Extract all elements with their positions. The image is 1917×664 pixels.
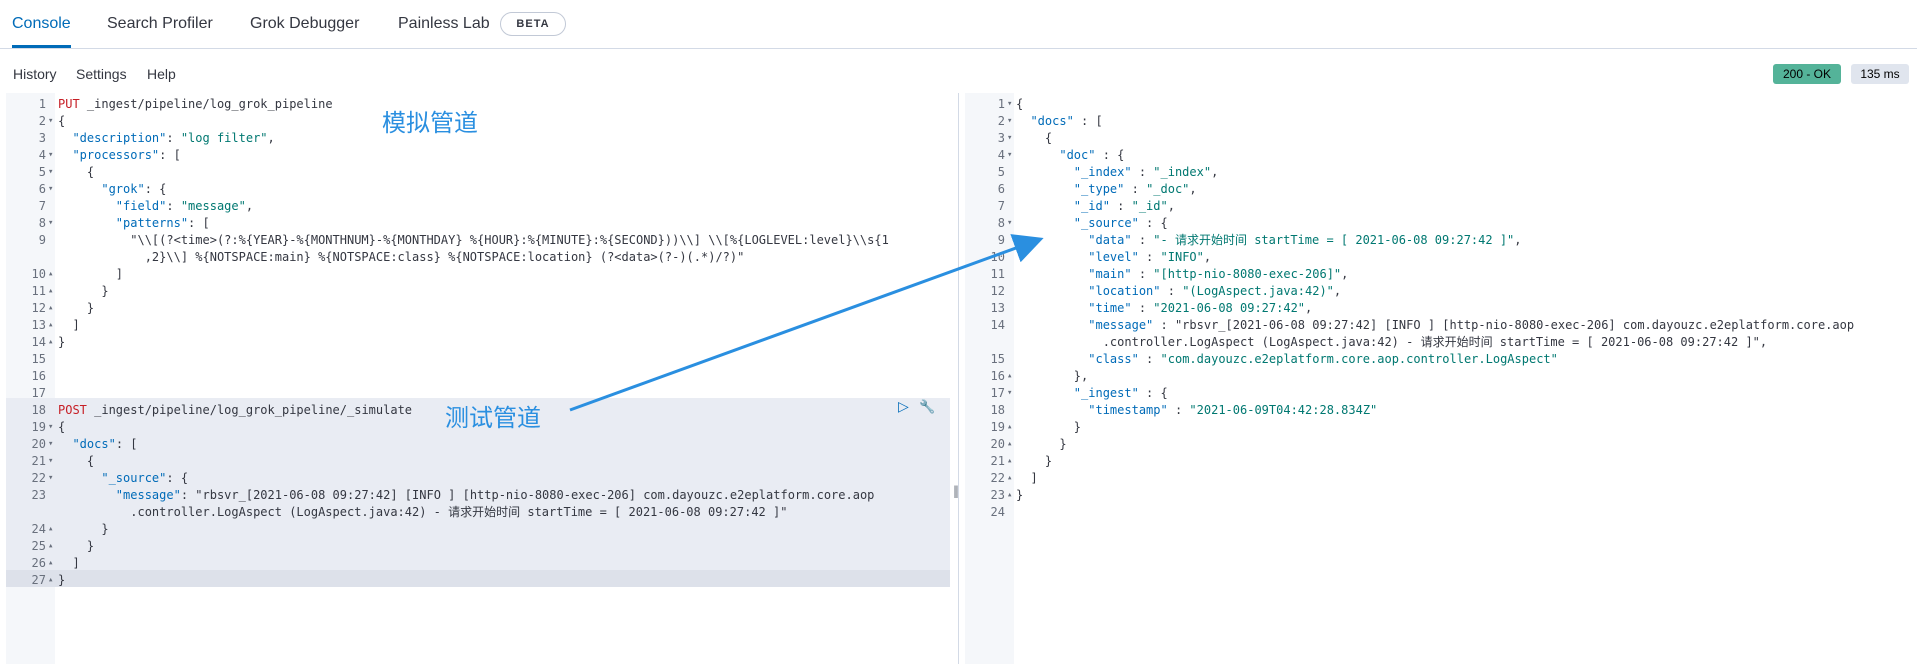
arrow-line <box>569 234 1044 412</box>
annotation-arrow <box>569 234 1044 412</box>
